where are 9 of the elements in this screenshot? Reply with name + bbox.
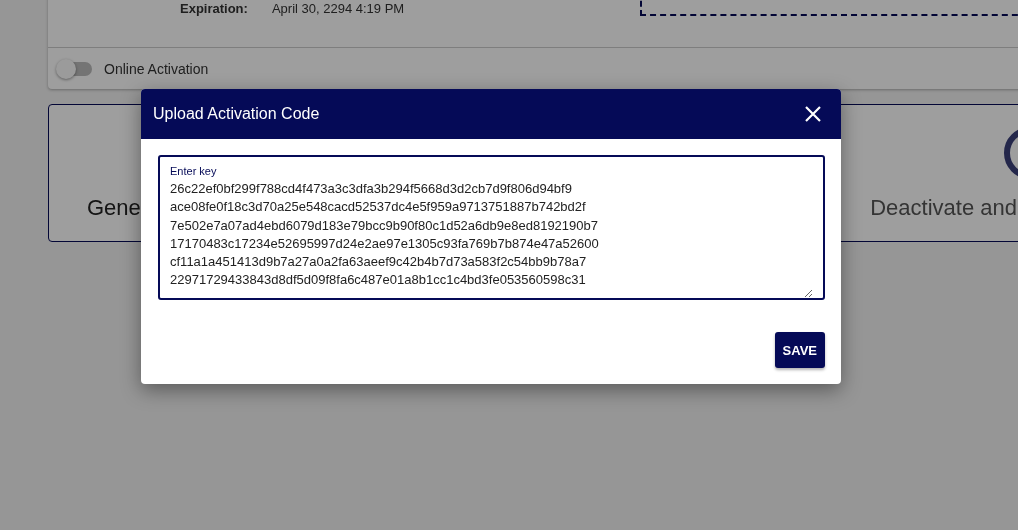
option-label[interactable]: Gene <box>87 195 141 221</box>
expiration-value: April 30, 2294 4:19 PM <box>271 1 405 16</box>
expiration-label: Expiration: <box>180 1 248 16</box>
key-field-label: Enter key <box>170 165 218 177</box>
save-button[interactable]: SAVE <box>774 332 825 368</box>
option-label[interactable]: Deactivate and <box>870 195 1017 221</box>
key-field[interactable]: Enter key 26c22ef0bf299f788cd4f473a3c3dfa3b294f5668d3d2cb7d9f806d94bf9 ace08fe0f18c3d70a25e548cacd52537dc4e5f959a9713751887b742bd2f 7e502e7a07ad4ebd6079d183e79bcc9b90f80c1d52a6db9e8ed8192190b7 17170483c17234e52695997d24e2ae97e1305c93fa769b7b874e47a52600 cf11a1a451413d9b7a27a0a2fa63aeef9c42b4b7d73a583f2c54bb9b78a7 22971729433843d8df5d09f8fa6c487e01a8b1cc1c4bd3fe053560598c31 <box>158 155 825 300</box>
online-activation-label: Online Activation <box>104 60 209 77</box>
dialog-title: Upload Activation Code <box>153 105 320 123</box>
